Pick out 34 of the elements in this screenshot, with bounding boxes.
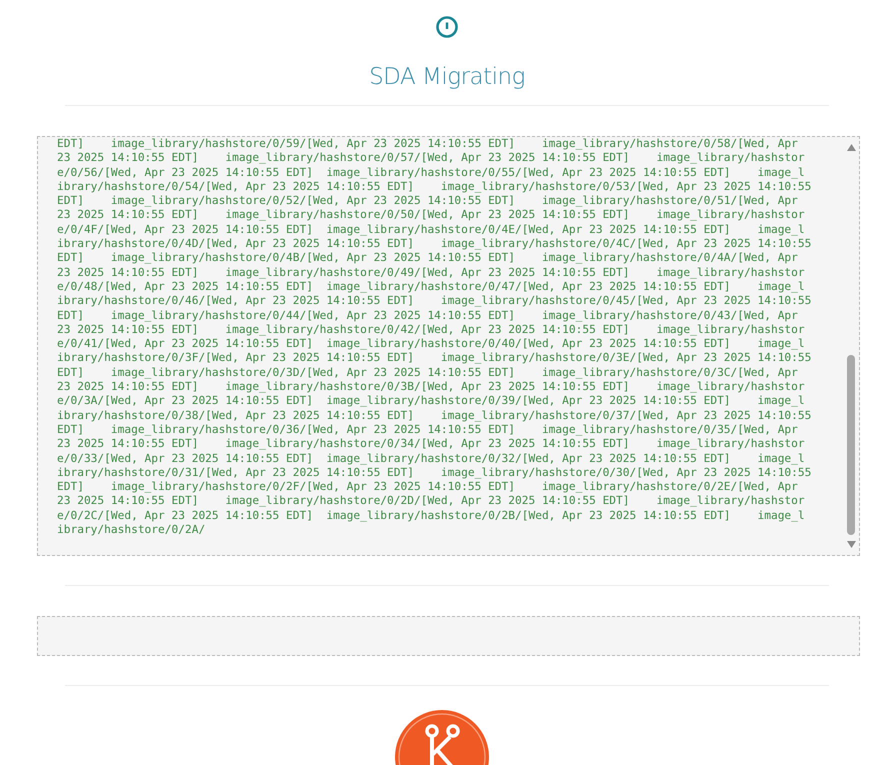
scroll-down-icon[interactable] [847,541,856,548]
log-line: EDT] image_library/hashstore/0/36/[Wed, Apr 23 2025 14:10:55 EDT] image_library/hashstore/0/35/[Wed, Apr [57,422,798,438]
info-icon [435,15,459,39]
scroll-up-icon[interactable] [847,144,856,151]
log-line: e/0/41/[Wed, Apr 23 2025 14:10:55 EDT] image_library/hashstore/0/40/[Wed, Apr 23 2025 14:10:55 EDT] image_l [57,337,805,352]
log-line: 23 2025 14:10:55 EDT] image_library/hashstore/0/3B/[Wed, Apr 23 2025 14:10:55 EDT] image_library/hashstor [57,380,805,394]
log-line: 23 2025 14:10:55 EDT] image_library/hashstore/0/57/[Wed, Apr 23 2025 14:10:55 EDT] image_library/hashstor [57,151,805,166]
log-line: EDT] image_library/hashstore/0/2F/[Wed, Apr 23 2025 14:10:55 EDT] image_library/hashstore/0/2E/[Wed, Apr [57,480,798,494]
log-line: e/0/33/[Wed, Apr 23 2025 14:10:55 EDT] image_library/hashstore/0/32/[Wed, Apr 23 2025 14:10:55 EDT] image_l [57,452,805,466]
log-line: e/0/48/[Wed, Apr 23 2025 14:10:55 EDT] image_library/hashstore/0/47/[Wed, Apr 23 2025 14:10:55 EDT] image_l [57,280,805,294]
log-line: ibrary/hashstore/0/31/[Wed, Apr 23 2025 14:10:55 EDT] image_library/hashstore/0/30/[Wed, Apr 23 2025 14:10:55 [57,466,812,480]
log-line: EDT] image_library/hashstore/0/59/[Wed, Apr 23 2025 14:10:55 EDT] image_library/hashstore/0/58/[Wed, Apr [57,137,798,152]
log-line: e/0/3A/[Wed, Apr 23 2025 14:10:55 EDT] image_library/hashstore/0/39/[Wed, Apr 23 2025 14:10:55 EDT] image_l [57,394,805,409]
log-line: ibrary/hashstore/0/54/[Wed, Apr 23 2025 14:10:55 EDT] image_library/hashstore/0/53/[Wed, Apr 23 2025 14:10:55 [57,180,812,194]
log-line: ibrary/hashstore/0/2A/ [57,523,206,538]
log-line: EDT] image_library/hashstore/0/3D/[Wed, Apr 23 2025 14:10:55 EDT] image_library/hashstore/0/3C/[Wed, Apr [57,366,798,380]
log-line: e/0/4F/[Wed, Apr 23 2025 14:10:55 EDT] image_library/hashstore/0/4E/[Wed, Apr 23 2025 14:10:55 EDT] image_l [57,222,805,238]
page-title: SDA Migrating [369,63,525,91]
logo-icon [394,709,490,765]
log-line: e/0/56/[Wed, Apr 23 2025 14:10:55 EDT] image_library/hashstore/0/55/[Wed, Apr 23 2025 14:10:55 EDT] image_l [57,166,805,180]
log-line: EDT] image_library/hashstore/0/4B/[Wed, Apr 23 2025 14:10:55 EDT] image_library/hashstore/0/4A/[Wed, Apr [57,251,798,266]
log-line: 23 2025 14:10:55 EDT] image_library/hashstore/0/2D/[Wed, Apr 23 2025 14:10:55 EDT] image_library/hashstor [57,494,805,509]
scrollbar-thumb[interactable] [847,355,855,535]
log-line: ibrary/hashstore/0/3F/[Wed, Apr 23 2025 14:10:55 EDT] image_library/hashstore/0/3E/[Wed, Apr 23 2025 14:10:55 [57,351,812,366]
log-line: 23 2025 14:10:55 EDT] image_library/hashstore/0/42/[Wed, Apr 23 2025 14:10:55 EDT] image_library/hashstor [57,322,805,338]
log-line: ibrary/hashstore/0/4D/[Wed, Apr 23 2025 14:10:55 EDT] image_library/hashstore/0/4C/[Wed, Apr 23 2025 14:10:55 [57,237,812,252]
log-line: ibrary/hashstore/0/38/[Wed, Apr 23 2025 14:10:55 EDT] image_library/hashstore/0/37/[Wed, Apr 23 2025 14:10:55 [57,408,812,423]
log-line: ibrary/hashstore/0/46/[Wed, Apr 23 2025 14:10:55 EDT] image_library/hashstore/0/45/[Wed, Apr 23 2025 14:10:55 [57,294,812,309]
log-line: EDT] image_library/hashstore/0/52/[Wed, Apr 23 2025 14:10:55 EDT] image_library/hashstore/0/51/[Wed, Apr [57,194,798,208]
log-line: 23 2025 14:10:55 EDT] image_library/hashstore/0/49/[Wed, Apr 23 2025 14:10:55 EDT] image_library/hashstor [57,266,805,280]
log-line: EDT] image_library/hashstore/0/44/[Wed, Apr 23 2025 14:10:55 EDT] image_library/hashstore/0/43/[Wed, Apr [57,308,798,323]
log-line: e/0/2C/[Wed, Apr 23 2025 14:10:55 EDT] image_library/hashstore/0/2B/[Wed, Apr 23 2025 14:10:55 EDT] image_l [57,508,805,524]
log-line: 23 2025 14:10:55 EDT] image_library/hashstore/0/34/[Wed, Apr 23 2025 14:10:55 EDT] image_library/hashstor [57,437,805,452]
log-line: 23 2025 14:10:55 EDT] image_library/hashstore/0/50/[Wed, Apr 23 2025 14:10:55 EDT] image_library/hashstor [57,208,805,223]
